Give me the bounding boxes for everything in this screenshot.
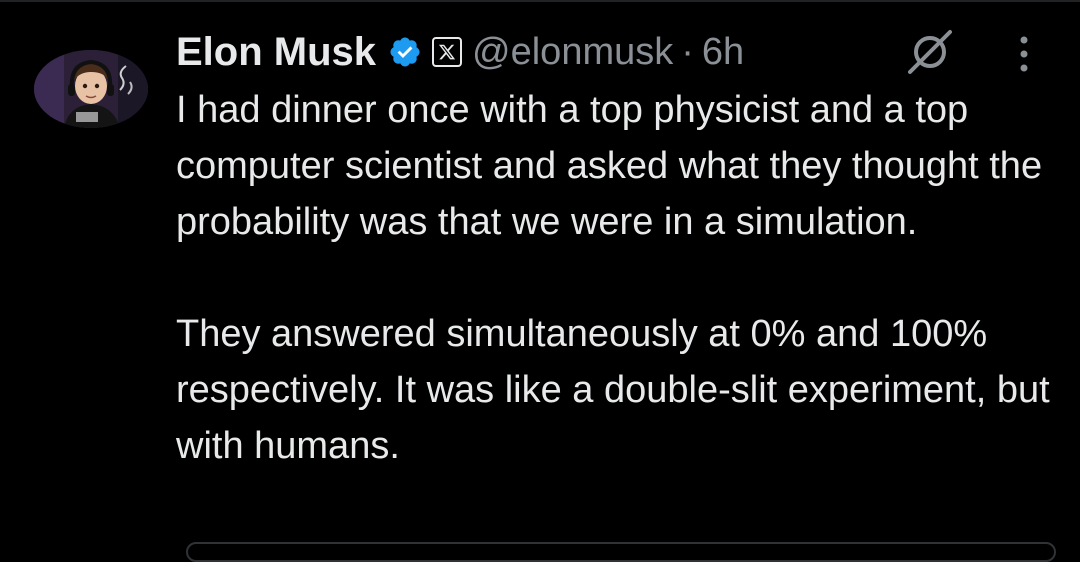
- more-vertical-icon[interactable]: [1012, 34, 1036, 74]
- author-handle[interactable]: @elonmusk: [472, 31, 673, 74]
- tweet-paragraph: They answered simultaneously at 0% and 1…: [176, 313, 1050, 467]
- top-divider: [0, 0, 1080, 2]
- avatar[interactable]: [34, 50, 148, 128]
- tweet-header: Elon Musk @elonmusk · 6h: [176, 24, 744, 80]
- grok-icon[interactable]: [904, 28, 956, 76]
- tweet-paragraph: I had dinner once with a top physicist a…: [176, 89, 1043, 243]
- separator: ·: [681, 30, 694, 73]
- x-logo-icon[interactable]: [432, 37, 463, 67]
- avatar-image: [34, 50, 148, 128]
- tweet-text: I had dinner once with a top physicist a…: [176, 82, 1056, 474]
- display-name[interactable]: Elon Musk: [176, 30, 376, 75]
- timestamp[interactable]: 6h: [702, 31, 744, 74]
- verified-badge-icon[interactable]: [388, 35, 422, 69]
- embedded-card-edge[interactable]: [186, 542, 1056, 562]
